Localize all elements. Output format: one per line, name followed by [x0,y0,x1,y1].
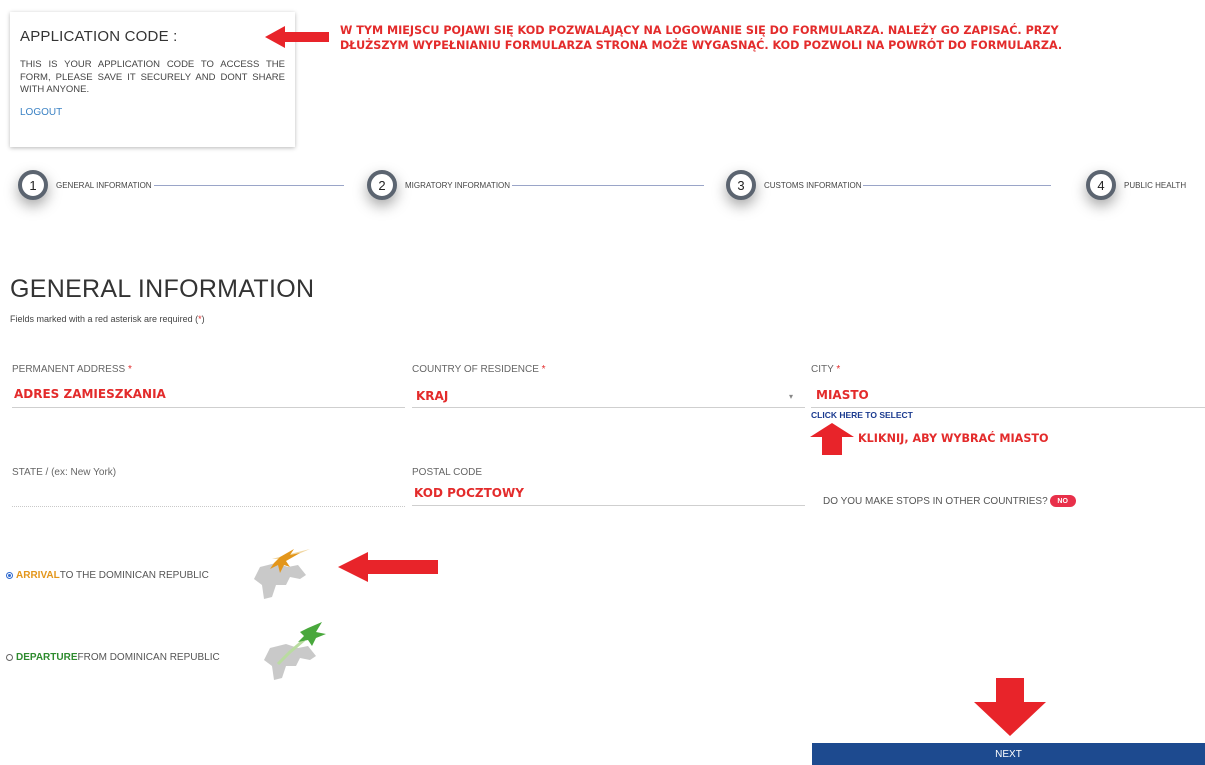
permanent-address-label: PERMANENT ADDRESS * [12,364,132,375]
country-select[interactable]: KRAJ [416,389,448,403]
city-annotation: KLIKNIJ, ABY WYBRAĆ MIASTO [858,432,1049,445]
arrival-bold: ARRIVAL [16,570,60,581]
step-connector [863,184,1052,186]
arrival-map-plane-icon [254,549,310,599]
required-asterisk: * [836,364,841,375]
step-connector [512,184,705,186]
annotation-arrow-down-icon [974,678,1046,736]
label-text: COUNTRY OF RESIDENCE [412,364,539,375]
code-annotation: W TYM MIEJSCU POJAWI SIĘ KOD POZWALAJĄCY… [340,23,1062,53]
stops-label: DO YOU MAKE STOPS IN OTHER COUNTRIES? [823,495,1048,507]
required-asterisk: * [127,364,132,375]
stops-toggle[interactable]: NO [1049,495,1076,507]
postal-code-label: POSTAL CODE [412,467,483,478]
country-label: COUNTRY OF RESIDENCE * [412,364,546,375]
state-label: STATE / (ex: New York) [12,467,117,478]
departure-rest: FROM DOMINICAN REPUBLIC [77,652,220,663]
departure-bold: DEPARTURE [16,652,78,663]
label-text: PERMANENT ADDRESS [12,364,126,375]
code-annotation-line2: DŁUŻSZYM WYPEŁNIANIU FORMULARZA STRONA M… [340,39,1063,52]
step-4[interactable]: 4 PUBLIC HEALTH [1086,170,1186,200]
next-button[interactable]: NEXT [812,743,1205,765]
departure-radio[interactable] [6,654,13,661]
departure-map-plane-icon [264,622,326,680]
step-label: MIGRATORY INFORMATION [405,180,511,190]
permanent-address-underline [12,407,405,408]
city-field[interactable]: CITY * [811,364,840,375]
arrival-rest: TO THE DOMINICAN REPUBLIC [59,570,209,581]
step-1[interactable]: 1 GENERAL INFORMATION [18,170,344,200]
code-annotation-line1: W TYM MIEJSCU POJAWI SIĘ KOD POZWALAJĄCY… [340,24,1059,37]
stops-question: DO YOU MAKE STOPS IN OTHER COUNTRIES? NO [823,495,1076,507]
chevron-down-icon[interactable]: ▾ [789,392,793,401]
state-field[interactable]: STATE / (ex: New York) [12,467,116,478]
note-prefix: Fields marked with a red asterisk are re… [10,314,199,324]
annotation-arrow-left-icon [265,26,329,48]
departure-option[interactable]: DEPARTURE FROM DOMINICAN REPUBLIC [6,652,220,663]
postal-code-input[interactable]: KOD POCZTOWY [414,486,524,500]
application-code-card: APPLICATION CODE : THIS IS YOUR APPLICAT… [10,12,295,147]
postal-code-underline [412,505,805,506]
arrival-option[interactable]: ARRIVAL TO THE DOMINICAN REPUBLIC [6,570,209,581]
permanent-address-input[interactable]: ADRES ZAMIESZKANIA [14,387,166,401]
required-asterisk: * [541,364,546,375]
step-number: 3 [726,170,756,200]
note-suffix: ) [201,314,205,324]
step-connector [153,184,344,186]
permanent-address-field[interactable]: PERMANENT ADDRESS * [12,364,132,375]
step-2[interactable]: 2 MIGRATORY INFORMATION [367,170,705,200]
city-underline [811,407,1205,408]
country-field[interactable]: COUNTRY OF RESIDENCE * [412,364,546,375]
step-label: CUSTOMS INFORMATION [764,180,862,190]
step-label: PUBLIC HEALTH [1124,180,1187,190]
page-title: GENERAL INFORMATION [10,275,315,303]
state-underline [12,506,405,507]
logout-link[interactable]: LOGOUT [20,107,62,118]
application-code-title: APPLICATION CODE : [20,28,178,45]
annotation-arrow-up-icon [810,423,854,455]
city-input[interactable]: MIASTO [816,388,869,402]
step-3[interactable]: 3 CUSTOMS INFORMATION [726,170,1052,200]
arrival-radio[interactable] [6,572,13,579]
city-label: CITY * [811,364,840,375]
country-underline [412,407,805,408]
postal-code-field[interactable]: POSTAL CODE [412,467,482,478]
city-select-link[interactable]: CLICK HERE TO SELECT [811,410,913,420]
required-fields-note: Fields marked with a red asterisk are re… [10,314,205,324]
step-number: 1 [18,170,48,200]
step-number: 4 [1086,170,1116,200]
annotation-arrow-left-icon [338,552,438,582]
step-number: 2 [367,170,397,200]
label-text: CITY [811,364,834,375]
application-code-text: THIS IS YOUR APPLICATION CODE TO ACCESS … [20,59,285,95]
step-label: GENERAL INFORMATION [56,180,152,190]
